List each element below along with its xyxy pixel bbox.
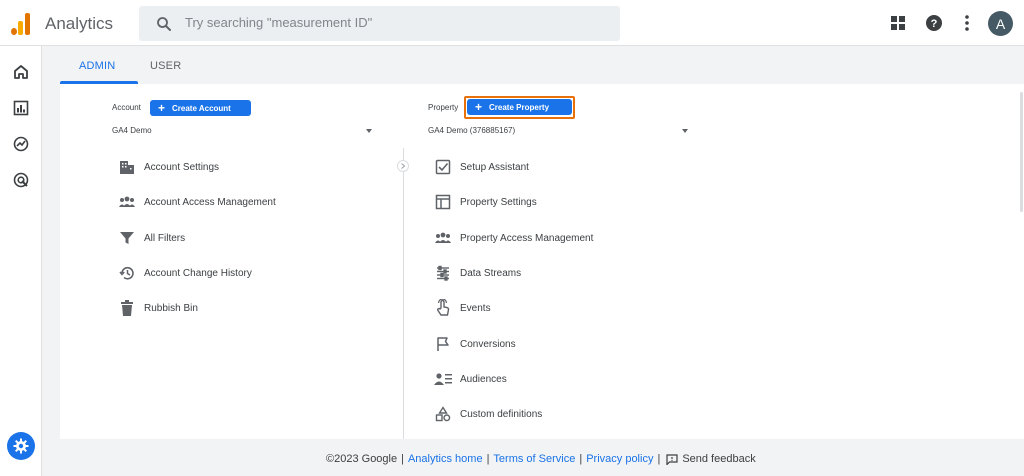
history-icon	[118, 264, 136, 282]
app-title: Analytics	[45, 14, 114, 33]
menu-item-label: Custom definitions	[460, 408, 543, 420]
menu-item-label: Conversions	[460, 338, 516, 350]
create-property-button[interactable]: + Create Property	[467, 99, 572, 115]
footer: ©2023 Google | Analytics home | Terms of…	[42, 440, 1024, 476]
property-selector[interactable]: GA4 Demo (376885167)	[428, 126, 515, 135]
menu-item-data-streams[interactable]: Data Streams	[434, 263, 521, 283]
plus-icon: +	[475, 100, 483, 114]
top-bar: Analytics Try searching "measurement ID"…	[0, 0, 1024, 46]
menu-item-label: Data Streams	[460, 267, 522, 279]
filter-icon	[118, 229, 136, 247]
analytics-home-link[interactable]: Analytics home	[408, 453, 483, 465]
building-icon	[118, 158, 136, 176]
explore-icon[interactable]	[11, 134, 31, 154]
privacy-policy-link[interactable]: Privacy policy	[586, 453, 653, 465]
shapes-icon	[434, 405, 452, 423]
menu-item-label: Account Change History	[144, 267, 252, 279]
menu-item-conversions[interactable]: Conversions	[434, 334, 516, 354]
tab-user[interactable]: USER	[150, 60, 181, 72]
flag-icon	[434, 335, 452, 353]
touch-icon	[434, 299, 452, 317]
home-icon[interactable]	[11, 62, 31, 82]
search-placeholder[interactable]: Try searching "measurement ID"	[185, 15, 372, 30]
more-vert-icon[interactable]	[956, 12, 978, 34]
menu-item-setup-assistant[interactable]: Setup Assistant	[434, 157, 529, 177]
property-dropdown-icon[interactable]	[682, 129, 688, 133]
streams-icon	[434, 264, 452, 282]
menu-item-label: Property Access Management	[460, 232, 594, 244]
checklist-icon	[434, 158, 452, 176]
menu-item-account-settings[interactable]: Account Settings	[118, 157, 219, 177]
create-account-button[interactable]: + Create Account	[150, 100, 251, 116]
column-divider	[403, 148, 404, 439]
create-account-label: Create Account	[172, 103, 231, 113]
menu-item-account-access-management[interactable]: Account Access Management	[118, 192, 276, 212]
menu-item-events[interactable]: Events	[434, 298, 491, 318]
menu-item-property-settings[interactable]: Property Settings	[434, 192, 537, 212]
menu-item-label: Account Settings	[144, 161, 220, 173]
account-dropdown-icon[interactable]	[366, 129, 372, 133]
settings-panel-icon	[434, 193, 452, 211]
analytics-logo-icon[interactable]	[10, 11, 32, 35]
menu-item-label: Rubbish Bin	[144, 302, 198, 314]
feedback-icon[interactable]	[666, 453, 678, 465]
copyright-text: ©2023 Google	[326, 453, 398, 465]
footer-links: ©2023 Google | Analytics home | Terms of…	[326, 453, 756, 465]
apps-grid-icon[interactable]	[887, 12, 909, 34]
audience-icon	[434, 370, 452, 388]
menu-item-all-filters[interactable]: All Filters	[118, 228, 185, 248]
avatar[interactable]: A	[988, 11, 1013, 36]
account-label: Account	[112, 103, 141, 112]
terms-of-service-link[interactable]: Terms of Service	[493, 453, 575, 465]
menu-item-label: Audiences	[460, 373, 507, 385]
reports-icon[interactable]	[11, 98, 31, 118]
menu-item-label: Events	[460, 302, 491, 314]
page-scrollbar[interactable]	[1020, 92, 1023, 212]
menu-item-property-access-management[interactable]: Property Access Management	[434, 228, 593, 248]
svg-text:?: ?	[931, 18, 938, 30]
plus-icon: +	[158, 101, 166, 115]
property-label: Property	[428, 103, 459, 112]
menu-item-label: Account Access Management	[144, 196, 276, 208]
account-selector[interactable]: GA4 Demo	[112, 126, 152, 135]
search-bar[interactable]: Try searching "measurement ID"	[139, 6, 620, 41]
trash-icon	[118, 299, 136, 317]
menu-item-custom-definitions[interactable]: Custom definitions	[434, 404, 542, 424]
help-icon[interactable]: ?	[923, 12, 945, 34]
menu-item-label: Property Settings	[460, 196, 537, 208]
admin-panel	[60, 84, 1024, 439]
send-feedback-link[interactable]: Send feedback	[682, 453, 755, 465]
menu-item-account-change-history[interactable]: Account Change History	[118, 263, 252, 283]
menu-item-audiences[interactable]: Audiences	[434, 369, 507, 389]
menu-item-rubbish-bin[interactable]: Rubbish Bin	[118, 298, 198, 318]
search-icon	[155, 15, 173, 33]
column-toggle-icon[interactable]	[397, 160, 409, 172]
people-icon	[118, 193, 136, 211]
create-property-label: Create Property	[489, 102, 550, 112]
menu-item-label: All Filters	[144, 232, 186, 244]
admin-tabs: ADMIN USER	[42, 46, 1024, 84]
admin-gear-icon[interactable]	[7, 432, 35, 460]
left-nav-rail	[0, 46, 42, 476]
menu-item-label: Setup Assistant	[460, 161, 529, 173]
advertising-icon[interactable]	[11, 170, 31, 190]
tab-admin[interactable]: ADMIN	[79, 60, 115, 72]
people-icon	[434, 229, 452, 247]
